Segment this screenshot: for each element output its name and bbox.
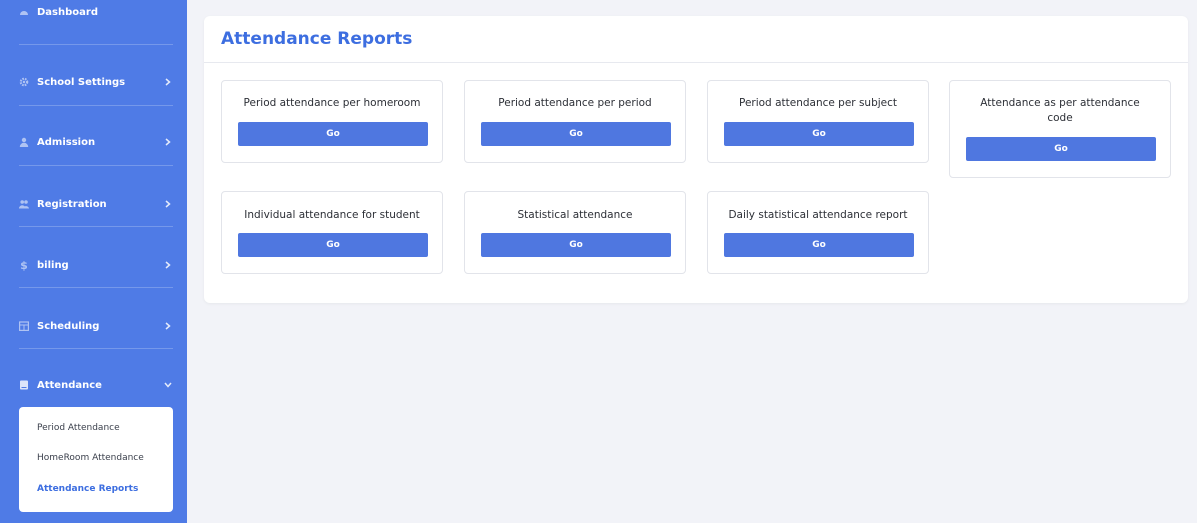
report-card-attendance-code: Attendance as per attendance code Go bbox=[949, 80, 1171, 178]
reports-panel: Attendance Reports Period attendance per… bbox=[204, 16, 1188, 303]
card-title: Attendance as per attendance code bbox=[980, 97, 1140, 124]
report-card-individual: Individual attendance for student Go bbox=[221, 191, 443, 274]
submenu-item-attendance-reports[interactable]: Attendance Reports bbox=[37, 484, 138, 494]
divider bbox=[19, 44, 173, 45]
go-button[interactable]: Go bbox=[724, 233, 914, 257]
report-card-period: Period attendance per period Go bbox=[464, 80, 686, 163]
card-title: Period attendance per subject bbox=[738, 97, 898, 109]
page-title: Attendance Reports bbox=[221, 29, 413, 49]
sidebar-item-biling[interactable]: $ biling bbox=[19, 245, 173, 285]
sidebar-item-label: School Settings bbox=[37, 76, 126, 88]
card-title: Statistical attendance bbox=[517, 209, 633, 221]
go-button[interactable]: Go bbox=[481, 122, 671, 146]
chevron-right-icon bbox=[163, 261, 173, 269]
divider bbox=[19, 287, 173, 288]
card-title: Period attendance per period bbox=[498, 97, 652, 109]
divider bbox=[19, 165, 173, 166]
sidebar-item-school-settings[interactable]: School Settings bbox=[19, 62, 173, 102]
sidebar-item-label: Attendance bbox=[37, 379, 102, 391]
card-title: Daily statistical attendance report bbox=[728, 209, 908, 221]
dollar-icon: $ bbox=[20, 258, 28, 272]
sidebar-item-attendance[interactable]: Attendance bbox=[19, 365, 173, 405]
sidebar-item-registration[interactable]: Registration bbox=[19, 184, 173, 224]
go-button[interactable]: Go bbox=[238, 122, 428, 146]
sidebar-item-label: Dashboard bbox=[37, 6, 98, 18]
sidebar-item-dashboard[interactable]: Dashboard bbox=[19, 0, 173, 24]
submenu-item-homeroom-attendance[interactable]: HomeRoom Attendance bbox=[37, 453, 144, 463]
chevron-right-icon bbox=[163, 200, 173, 208]
chevron-right-icon bbox=[163, 78, 173, 86]
report-card-homeroom: Period attendance per homeroom Go bbox=[221, 80, 443, 163]
go-button[interactable]: Go bbox=[724, 122, 914, 146]
panel-header: Attendance Reports bbox=[204, 16, 1188, 63]
calendar-icon bbox=[19, 321, 29, 331]
sidebar-item-label: biling bbox=[37, 259, 69, 271]
divider bbox=[19, 226, 173, 227]
users-icon bbox=[19, 199, 29, 209]
divider bbox=[19, 105, 173, 106]
chevron-right-icon bbox=[163, 322, 173, 330]
go-button[interactable]: Go bbox=[966, 137, 1156, 161]
submenu-item-period-attendance[interactable]: Period Attendance bbox=[37, 423, 120, 433]
card-title: Period attendance per homeroom bbox=[243, 97, 421, 109]
go-button[interactable]: Go bbox=[238, 233, 428, 257]
report-card-statistical: Statistical attendance Go bbox=[464, 191, 686, 274]
attendance-submenu: Period Attendance HomeRoom Attendance At… bbox=[19, 407, 173, 512]
dashboard-icon bbox=[19, 7, 29, 17]
divider bbox=[19, 348, 173, 349]
sidebar-item-label: Registration bbox=[37, 198, 107, 210]
sidebar-item-scheduling[interactable]: Scheduling bbox=[19, 306, 173, 346]
report-card-subject: Period attendance per subject Go bbox=[707, 80, 929, 163]
sidebar-item-label: Scheduling bbox=[37, 320, 100, 332]
gear-icon bbox=[19, 77, 29, 87]
user-icon bbox=[19, 137, 29, 147]
chevron-down-icon bbox=[163, 382, 173, 388]
sidebar-item-label: Admission bbox=[37, 136, 96, 148]
card-title: Individual attendance for student bbox=[244, 209, 420, 221]
sidebar: Dashboard School Settings Admission Regi… bbox=[0, 0, 187, 523]
sidebar-item-admission[interactable]: Admission bbox=[19, 122, 173, 162]
chevron-right-icon bbox=[163, 138, 173, 146]
report-card-daily-statistical: Daily statistical attendance report Go bbox=[707, 191, 929, 274]
go-button[interactable]: Go bbox=[481, 233, 671, 257]
book-icon bbox=[19, 380, 29, 390]
